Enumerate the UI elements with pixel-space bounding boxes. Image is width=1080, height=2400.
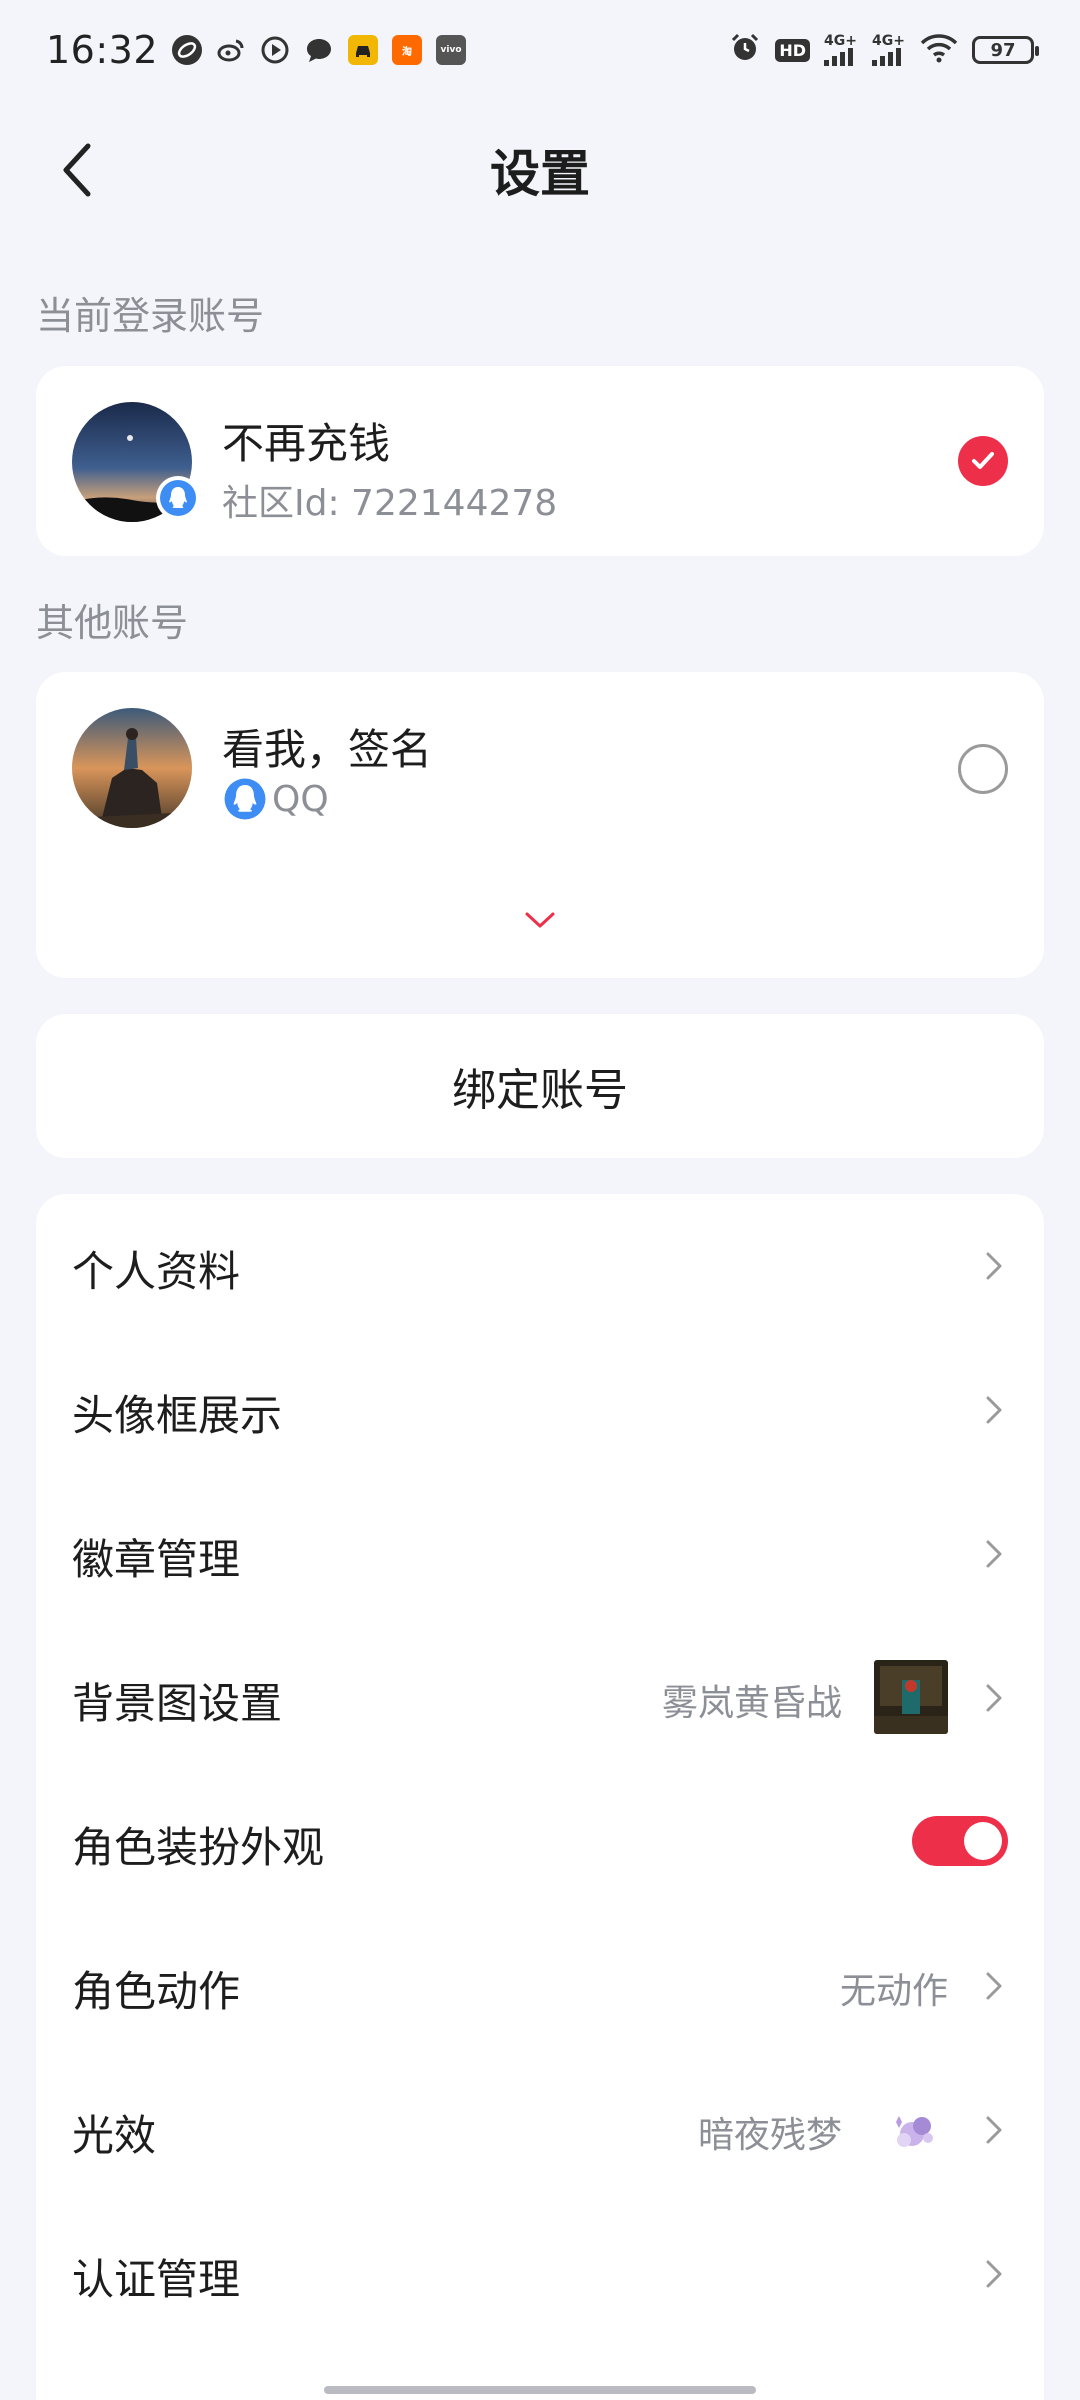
menu-item-profile[interactable]: 个人资料 [36,1194,1044,1338]
qq-icon [160,480,196,516]
status-right: HD 4G+ 4G+ 97 [729,32,1039,68]
other-account-platform-label: QQ [272,778,329,820]
menu-item-label: 头像框展示 [72,1391,283,1440]
current-account-name: 不再充钱 [222,419,391,468]
bind-account-button[interactable]: 绑定账号 [36,1014,1044,1158]
toggle-knob [964,1822,1002,1860]
avatar [72,708,192,828]
other-accounts-label: 其他账号 [36,601,189,645]
back-button[interactable] [40,132,116,208]
other-account-name: 看我，签名 [222,725,433,774]
current-account-label: 当前登录账号 [36,294,265,338]
menu-item-label: 角色装扮外观 [72,1823,325,1872]
chevron-right-icon [986,2116,1002,2144]
chevron-right-icon [986,1540,1002,1568]
bind-account-label: 绑定账号 [452,1065,628,1116]
settings-menu-card: 个人资料 头像框展示 徽章管理 背景图设置 雾岚黄昏战 角色装扮外观 角色动作 … [36,1194,1044,2400]
network-label-1: 4G+ [824,33,857,49]
wifi-icon [920,33,958,67]
light-effect-icon [882,2098,948,2164]
menu-item-value: 雾岚黄昏战 [661,1683,842,1724]
other-account-row[interactable]: 看我，签名 QQ [36,672,1044,862]
car-app-icon [348,35,379,65]
menu-item-label: 个人资料 [72,1247,241,1296]
hd-label: HD [775,38,810,62]
background-thumbnail [874,1660,948,1734]
chevron-left-icon [63,143,91,197]
header: 设置 [0,110,1080,230]
status-time: 16:32 [46,28,159,72]
other-account-platform: QQ [222,776,329,822]
page-title: 设置 [490,145,590,203]
battery-level: 97 [990,39,1016,61]
menu-item-certification[interactable]: 认证管理 [36,2202,1044,2346]
qq-badge [156,476,200,520]
settings-page: 16:32 淘 vivo HD 4G+ 4G+ 97 设置 当前登录账号 不再充… [0,0,1080,2400]
menu-item-outfit: 角色装扮外观 [36,1770,1044,1914]
hd-icon: HD [775,38,810,62]
battery-icon: 97 [972,36,1039,64]
current-account-card[interactable]: 不再充钱 社区Id: 722144278 [36,366,1044,556]
chevron-right-icon [986,1684,1002,1712]
menu-item-label: 光效 [72,2111,157,2160]
status-left: 16:32 淘 vivo [46,28,467,72]
status-bar: 16:32 淘 vivo HD 4G+ 4G+ 97 [0,0,1080,100]
selected-check[interactable] [958,436,1008,486]
unselected-radio[interactable] [958,744,1008,794]
chevron-right-icon [986,2260,1002,2288]
signal-icon-2: 4G+ [872,34,906,66]
qq-icon [224,778,266,820]
current-account-id: 社区Id: 722144278 [222,483,558,524]
menu-item-value: 无动作 [839,1971,948,2012]
vivo-icon: vivo [436,35,467,65]
outfit-toggle[interactable] [912,1816,1008,1866]
menu-item-value: 暗夜残梦 [697,2115,842,2156]
chevron-right-icon [986,1396,1002,1424]
menu-item-label: 认证管理 [72,2255,241,2304]
network-label-2: 4G+ [872,33,905,49]
menu-item-label: 角色动作 [72,1967,241,2016]
taobao-icon: 淘 [392,35,423,65]
check-icon [972,452,994,469]
menu-item-badges[interactable]: 徽章管理 [36,1482,1044,1626]
home-indicator[interactable] [324,2386,756,2394]
menu-item-action[interactable]: 角色动作 无动作 [36,1914,1044,2058]
menu-item-background[interactable]: 背景图设置 雾岚黄昏战 [36,1626,1044,1770]
chevron-right-icon [986,1252,1002,1280]
expand-accounts-button[interactable] [510,900,570,940]
current-account-row[interactable]: 不再充钱 社区Id: 722144278 [36,366,1044,556]
weibo-icon [216,35,246,65]
menu-item-avatar-frame[interactable]: 头像框展示 [36,1338,1044,1482]
menu-item-label: 背景图设置 [72,1679,283,1728]
sync-icon [172,35,203,65]
alarm-icon [729,32,761,68]
menu-item-light-effect[interactable]: 光效 暗夜残梦 [36,2058,1044,2202]
menu-item-label: 徽章管理 [72,1535,241,1584]
other-accounts-card: 看我，签名 QQ [36,672,1044,978]
video-icon [260,35,290,65]
chevron-right-icon [986,1972,1002,2000]
signal-icon-1: 4G+ [824,34,858,66]
chevron-down-icon [525,912,555,928]
chat-icon [304,35,334,65]
